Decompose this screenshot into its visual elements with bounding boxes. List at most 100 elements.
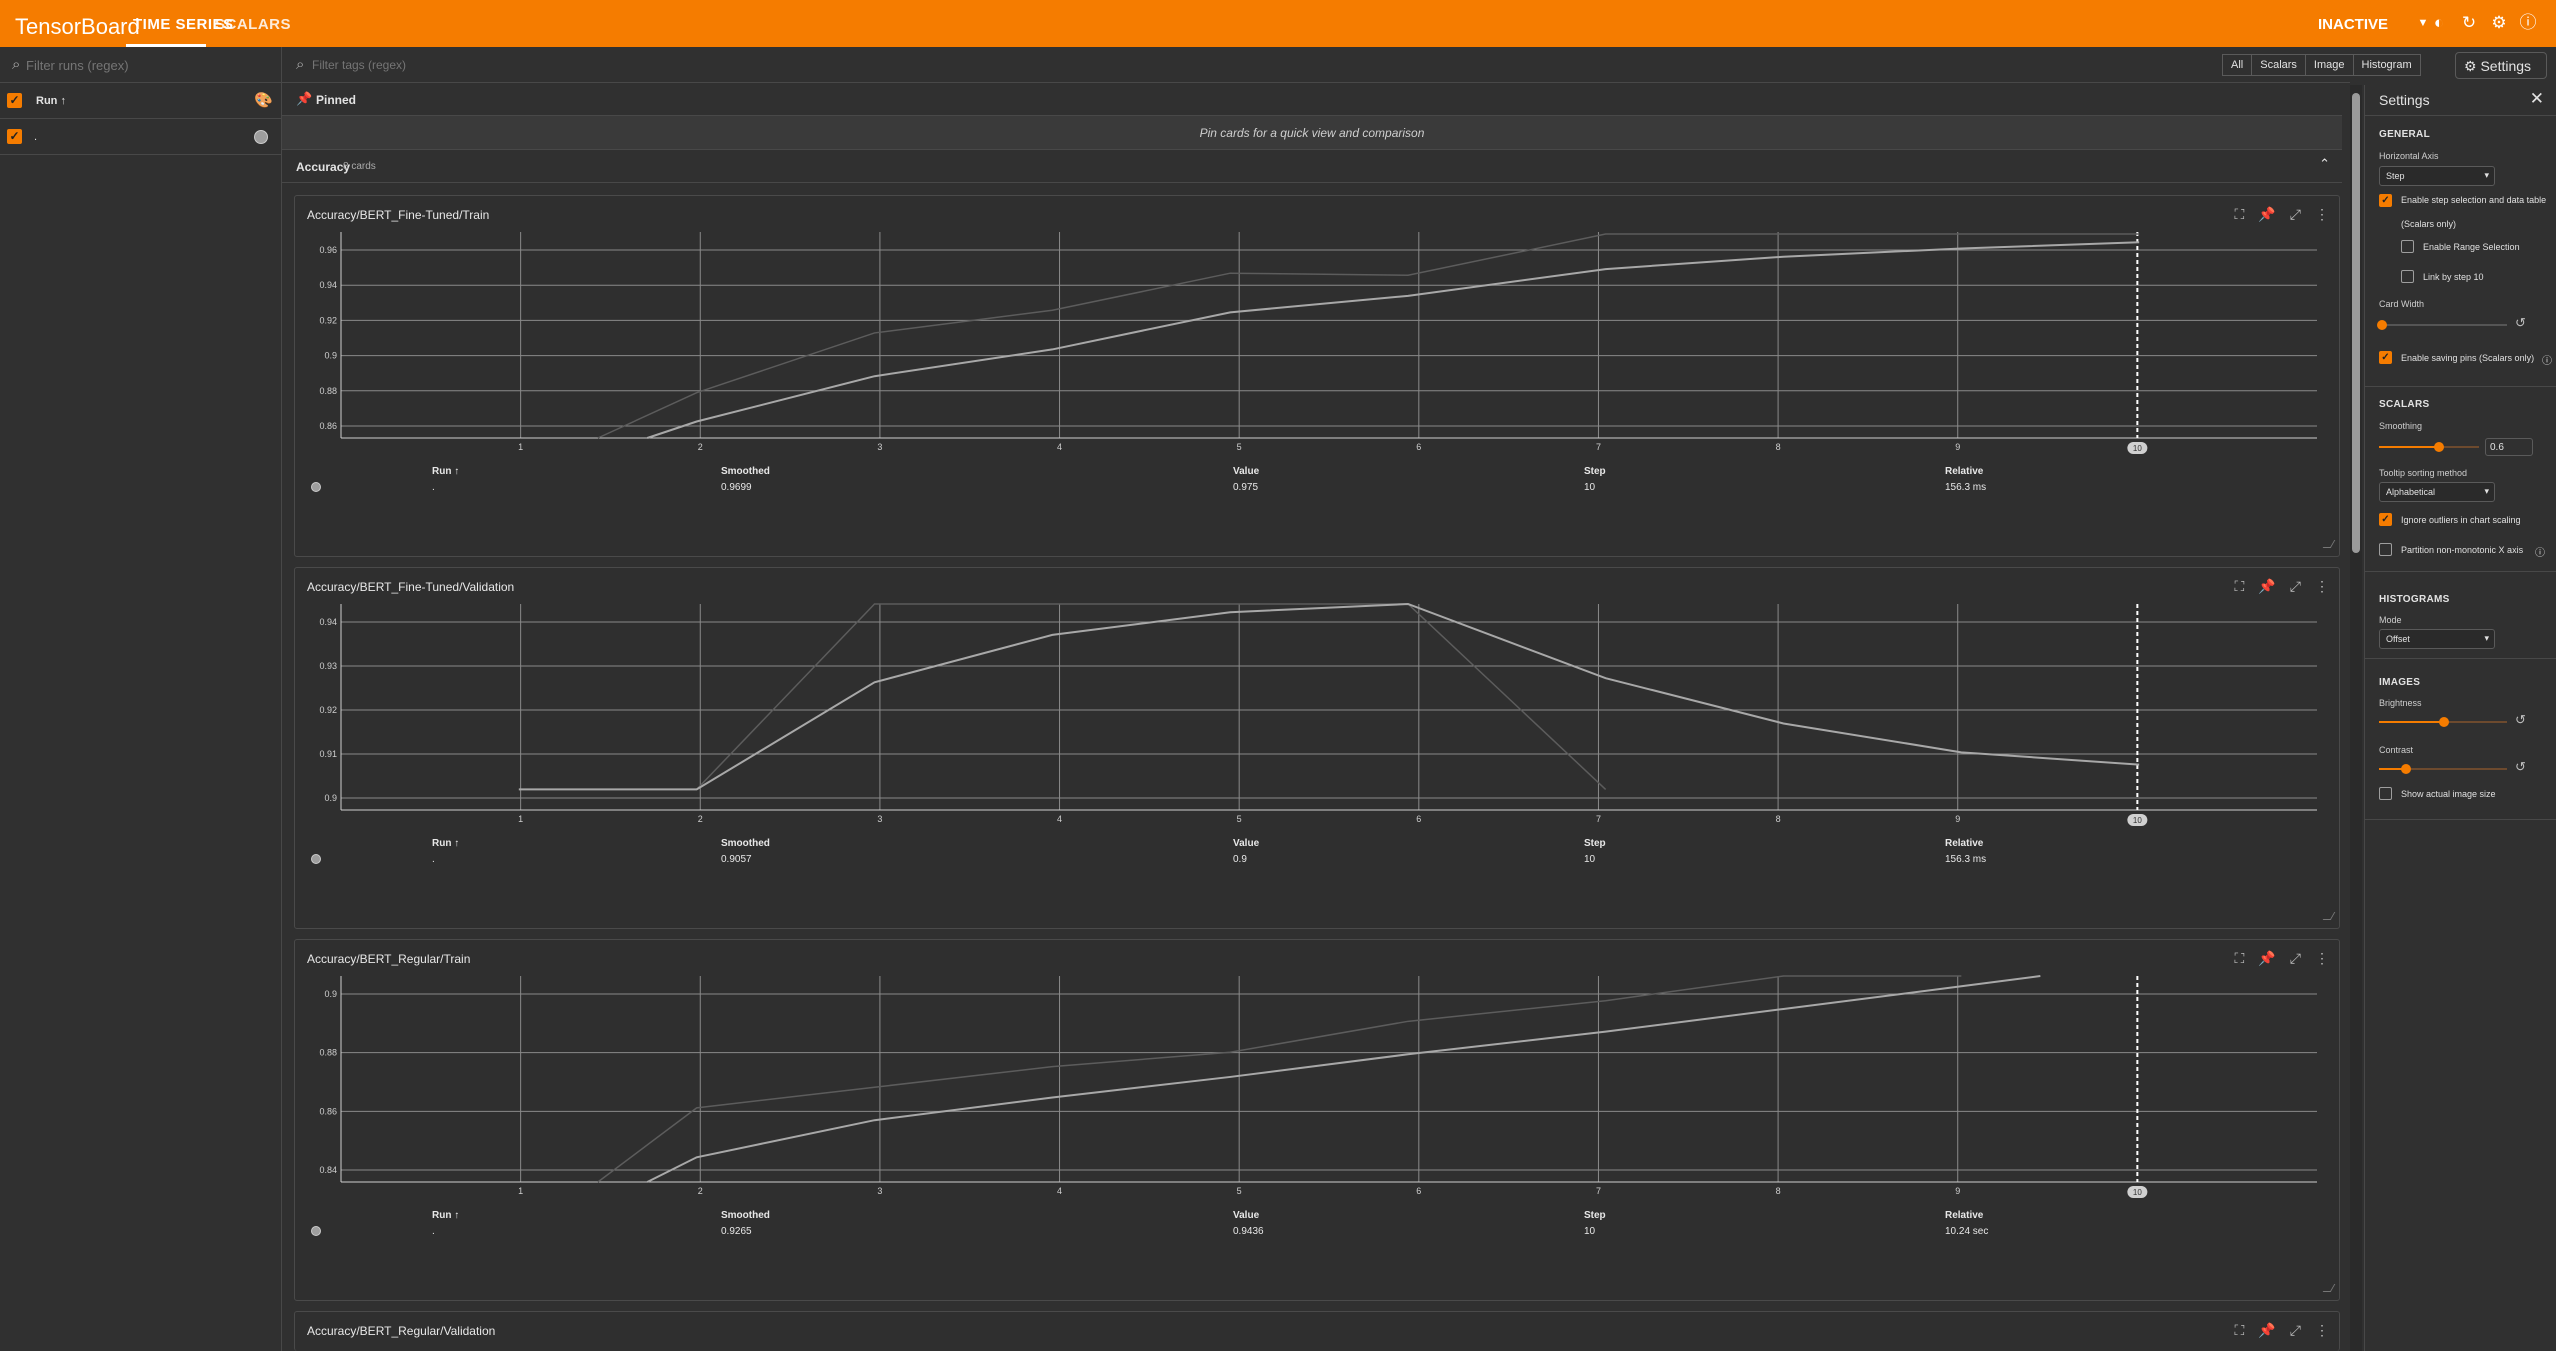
reset-icon[interactable]: ↺	[2515, 315, 2526, 331]
col-run[interactable]: Run ↑	[432, 466, 459, 477]
reset-icon[interactable]: ↺	[2515, 759, 2526, 775]
pinned-section-header[interactable]: 📌 Pinned	[282, 83, 2342, 116]
col-value[interactable]: Value	[1233, 838, 1259, 849]
run-row[interactable]: ✓ .	[0, 119, 281, 155]
col-step[interactable]: Step	[1584, 466, 1606, 477]
main-scrollbar[interactable]	[2350, 85, 2362, 1351]
type-all[interactable]: All	[2223, 55, 2253, 75]
resize-handle[interactable]	[2322, 912, 2336, 920]
help-icon[interactable]: ⓘ	[2535, 544, 2545, 559]
col-smoothed[interactable]: Smoothed	[721, 838, 770, 849]
y-tick-label: 0.9	[324, 989, 337, 999]
col-smoothed[interactable]: Smoothed	[721, 466, 770, 477]
link-by-step-checkbox[interactable]	[2401, 270, 2414, 283]
col-value[interactable]: Value	[1233, 1210, 1259, 1221]
show-actual-size-checkbox[interactable]	[2379, 787, 2392, 800]
col-step[interactable]: Step	[1584, 838, 1606, 849]
run-column-header[interactable]: Run ↑	[36, 95, 66, 107]
fullscreen-icon[interactable]: ⤢	[2290, 1322, 2301, 1339]
ignore-outliers-checkbox[interactable]: ✓	[2379, 513, 2392, 526]
runs-filter-input[interactable]	[26, 53, 266, 77]
card-width-slider[interactable]	[2377, 320, 2507, 330]
col-relative[interactable]: Relative	[1945, 466, 1983, 477]
select-all-checkbox[interactable]: ✓	[7, 93, 22, 108]
col-smoothed[interactable]: Smoothed	[721, 1210, 770, 1221]
cell-run: .	[432, 1226, 435, 1237]
gear-icon[interactable]: ⚙	[2489, 13, 2509, 33]
x-tick-label: 1	[518, 814, 523, 824]
y-tick-label: 0.94	[319, 617, 337, 627]
fullscreen-icon[interactable]: ⤢	[2290, 950, 2301, 967]
line-chart[interactable]: 0.96 0.94 0.92 0.9 0.88 0.86 1 2 3 4 5 6 7 8 9 10	[307, 226, 2327, 462]
more-vert-icon[interactable]: ⋮	[2315, 206, 2329, 223]
fit-domain-icon[interactable]: ⛶	[2235, 578, 2245, 595]
col-step[interactable]: Step	[1584, 1210, 1606, 1221]
app-brand[interactable]: TensorBoard	[15, 14, 140, 40]
fit-domain-icon[interactable]: ⛶	[2235, 206, 2245, 223]
more-vert-icon[interactable]: ⋮	[2315, 578, 2329, 595]
horizontal-axis-select[interactable]: Step	[2379, 166, 2495, 186]
plugin-status-dropdown[interactable]: INACTIVE	[2318, 16, 2388, 33]
fit-domain-icon[interactable]: ⛶	[2235, 950, 2245, 967]
slider-thumb[interactable]	[2401, 764, 2411, 774]
enable-saving-pins-checkbox[interactable]: ✓	[2379, 351, 2392, 364]
pin-icon[interactable]: 📌	[2258, 578, 2275, 595]
palette-icon[interactable]: 🎨	[254, 91, 273, 109]
step-selector-label: 10	[2133, 444, 2142, 453]
pin-icon[interactable]: 📌	[2258, 950, 2275, 967]
enable-step-selection-checkbox[interactable]: ✓	[2379, 194, 2392, 207]
help-icon[interactable]: ⓘ	[2542, 352, 2552, 367]
y-tick-label: 0.86	[319, 421, 337, 431]
help-icon[interactable]: ⓘ	[2518, 13, 2538, 33]
theme-toggle-icon[interactable]: ◐	[2429, 13, 2449, 33]
scrollbar-thumb[interactable]	[2352, 93, 2360, 553]
close-icon[interactable]: ✕	[2530, 89, 2544, 109]
slider-thumb[interactable]	[2439, 717, 2449, 727]
fullscreen-icon[interactable]: ⤢	[2290, 578, 2301, 595]
fit-domain-icon[interactable]: ⛶	[2235, 1322, 2245, 1339]
type-image[interactable]: Image	[2306, 55, 2354, 75]
run-checkbox[interactable]: ✓	[7, 129, 22, 144]
reload-icon[interactable]: ↻	[2459, 13, 2479, 33]
fullscreen-icon[interactable]: ⤢	[2290, 206, 2301, 223]
tag-filter-input[interactable]	[312, 53, 712, 77]
col-relative[interactable]: Relative	[1945, 838, 1983, 849]
settings-button[interactable]: ⚙ Settings	[2455, 52, 2547, 79]
resize-handle[interactable]	[2322, 540, 2336, 548]
tab-scalars[interactable]: SCALARS	[215, 16, 291, 33]
more-vert-icon[interactable]: ⋮	[2315, 950, 2329, 967]
reset-icon[interactable]: ↺	[2515, 712, 2526, 728]
col-value[interactable]: Value	[1233, 466, 1259, 477]
smoothing-input[interactable]: 0.6	[2485, 438, 2533, 456]
mode-label: Mode	[2379, 615, 2402, 625]
contrast-slider[interactable]	[2379, 764, 2507, 774]
partition-checkbox[interactable]	[2379, 543, 2392, 556]
type-histogram[interactable]: Histogram	[2354, 55, 2420, 75]
pin-icon[interactable]: 📌	[2258, 1322, 2275, 1339]
smoothing-slider[interactable]	[2379, 442, 2479, 452]
line-chart[interactable]: 0.940.930.920.910.91 2 3 4 5 6 7 8 9 10	[307, 598, 2327, 834]
more-vert-icon[interactable]: ⋮	[2315, 1322, 2329, 1339]
resize-handle[interactable]	[2322, 1284, 2336, 1292]
brightness-slider[interactable]	[2379, 717, 2507, 727]
chevron-up-icon[interactable]: ⌃	[2319, 156, 2330, 172]
step-selector-label: 10	[2133, 1188, 2142, 1197]
type-scalars[interactable]: Scalars	[2252, 55, 2306, 75]
tooltip-sort-select[interactable]: Alphabetical	[2379, 482, 2495, 502]
group-header[interactable]: Accuracy 8 cards ⌃	[282, 150, 2342, 183]
enable-range-checkbox[interactable]	[2401, 240, 2414, 253]
mode-select[interactable]: Offset	[2379, 629, 2495, 649]
line-chart[interactable]: 0.9 0.88 0.86 0.84 1 2 3 4 5 6 7 8 9 10	[307, 970, 2327, 1206]
run-color-swatch[interactable]	[254, 130, 268, 144]
pin-icon[interactable]: 📌	[2258, 206, 2275, 223]
col-run[interactable]: Run ↑	[432, 838, 459, 849]
col-relative[interactable]: Relative	[1945, 1210, 1983, 1221]
cell-value: 0.9	[1233, 854, 1247, 865]
card-title: Accuracy/BERT_Fine-Tuned/Validation	[307, 580, 515, 594]
slider-thumb[interactable]	[2434, 442, 2444, 452]
cell-smoothed: 0.9699	[721, 482, 752, 493]
slider-thumb[interactable]	[2377, 320, 2387, 330]
x-tick-label: 2	[698, 814, 703, 824]
col-run[interactable]: Run ↑	[432, 1210, 459, 1221]
x-tick-label: 8	[1776, 814, 1781, 824]
